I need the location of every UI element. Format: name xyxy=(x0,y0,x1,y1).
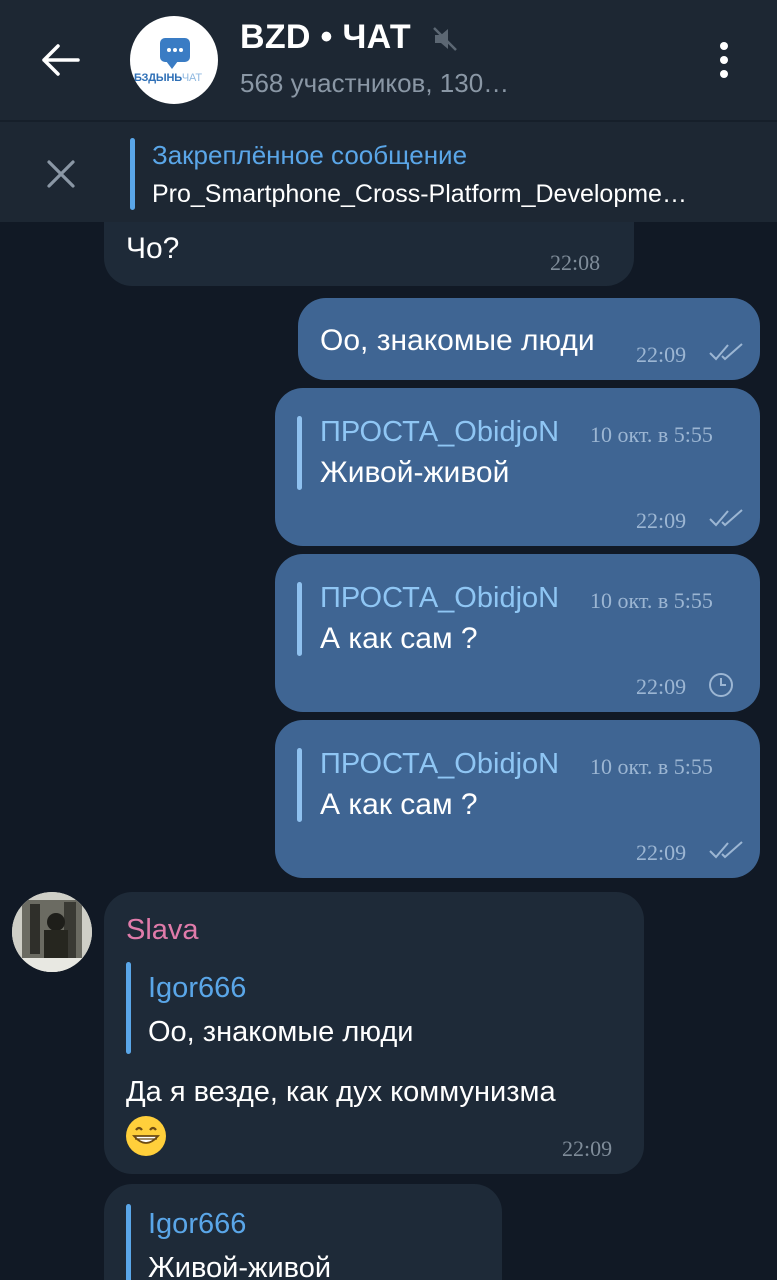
reply-accent-bar xyxy=(297,748,302,822)
message-text: Да я везде, как дух коммунизма xyxy=(126,1076,556,1108)
double-check-icon xyxy=(709,343,743,361)
message-bubble[interactable]: Igor666 Живой-живой xyxy=(104,1184,502,1280)
reply-accent-bar xyxy=(126,962,131,1054)
chat-title[interactable]: BZD • ЧАТ xyxy=(240,18,411,57)
message-bubble[interactable]: Оо, знакомые люди 22:09 xyxy=(298,298,760,380)
close-icon xyxy=(47,160,75,188)
message-time: 22:09 xyxy=(562,1136,613,1161)
reply-accent-bar xyxy=(126,1204,131,1280)
message-text: А как сам ? xyxy=(320,622,478,655)
sender-name[interactable]: Slava xyxy=(126,914,199,947)
chat-screen: БЗДЫНЬЧАТ BZD • ЧАТ 568 участников, 130…… xyxy=(0,0,777,1280)
user-avatar[interactable] xyxy=(12,892,92,972)
reply-text: Оо, знакомые люди xyxy=(148,1016,414,1048)
back-button[interactable] xyxy=(28,32,92,88)
clock-icon xyxy=(709,673,733,697)
arrow-left-icon xyxy=(42,44,80,76)
reply-accent-bar xyxy=(297,416,302,490)
reply-text: Живой-живой xyxy=(148,1252,332,1280)
chat-subtitle: 568 участников, 130… xyxy=(240,68,510,98)
reply-author[interactable]: Igor666 xyxy=(148,1208,246,1241)
double-check-icon xyxy=(709,509,743,527)
pinned-label: Закреплённое сообщение xyxy=(152,140,468,170)
muted-speaker-icon xyxy=(433,27,457,51)
double-check-icon xyxy=(709,841,743,859)
reply-date: 10 окт. в 5:55 xyxy=(590,422,713,447)
message-text: Чо? xyxy=(126,232,180,265)
message-time: 22:08 xyxy=(550,250,601,275)
message-time: 22:09 xyxy=(636,342,687,367)
pinned-close-button[interactable] xyxy=(36,144,86,204)
message-time: 22:09 xyxy=(636,674,687,699)
reply-date: 10 окт. в 5:55 xyxy=(590,754,713,779)
avatar-photo xyxy=(12,892,92,972)
more-menu-button[interactable] xyxy=(700,36,748,84)
avatar-logo-text: БЗДЫНЬЧАТ xyxy=(134,72,202,84)
message-bubble[interactable]: ПРОСТА_ObidjoN 10 окт. в 5:55 Живой-живо… xyxy=(275,388,760,546)
reply-author[interactable]: ПРОСТА_ObidjoN xyxy=(320,416,559,449)
reply-author[interactable]: ПРОСТА_ObidjoN xyxy=(320,582,559,615)
message-bubble[interactable]: ПРОСТА_ObidjoN 10 окт. в 5:55 А как сам … xyxy=(275,554,760,712)
pinned-message-bar[interactable]: Закреплённое сообщение Pro_Smartphone_Cr… xyxy=(0,120,777,222)
message-bubble[interactable]: Slava Igor666 Оо, знакомые люди Да я вез… xyxy=(104,892,644,1174)
message-text: А как сам ? xyxy=(320,788,478,821)
message-time: 22:09 xyxy=(636,840,687,865)
message-time: 22:09 xyxy=(636,508,687,533)
reply-author[interactable]: ПРОСТА_ObidjoN xyxy=(320,748,559,781)
chat-avatar[interactable]: БЗДЫНЬЧАТ xyxy=(130,16,218,104)
more-vertical-icon xyxy=(720,42,728,50)
pinned-text: Pro_Smartphone_Cross-Platform_Developme… xyxy=(152,180,687,208)
grinning-face-icon xyxy=(126,1116,166,1156)
message-bubble[interactable]: ПРОСТА_ObidjoN 10 окт. в 5:55 А как сам … xyxy=(275,720,760,878)
reply-date: 10 окт. в 5:55 xyxy=(590,588,713,613)
reply-accent-bar xyxy=(297,582,302,656)
message-text: Живой-живой xyxy=(320,456,510,489)
reply-author[interactable]: Igor666 xyxy=(148,972,246,1005)
message-text: Оо, знакомые люди xyxy=(320,324,595,357)
chat-header: БЗДЫНЬЧАТ BZD • ЧАТ 568 участников, 130… xyxy=(0,0,777,120)
pinned-accent-bar xyxy=(130,138,135,210)
